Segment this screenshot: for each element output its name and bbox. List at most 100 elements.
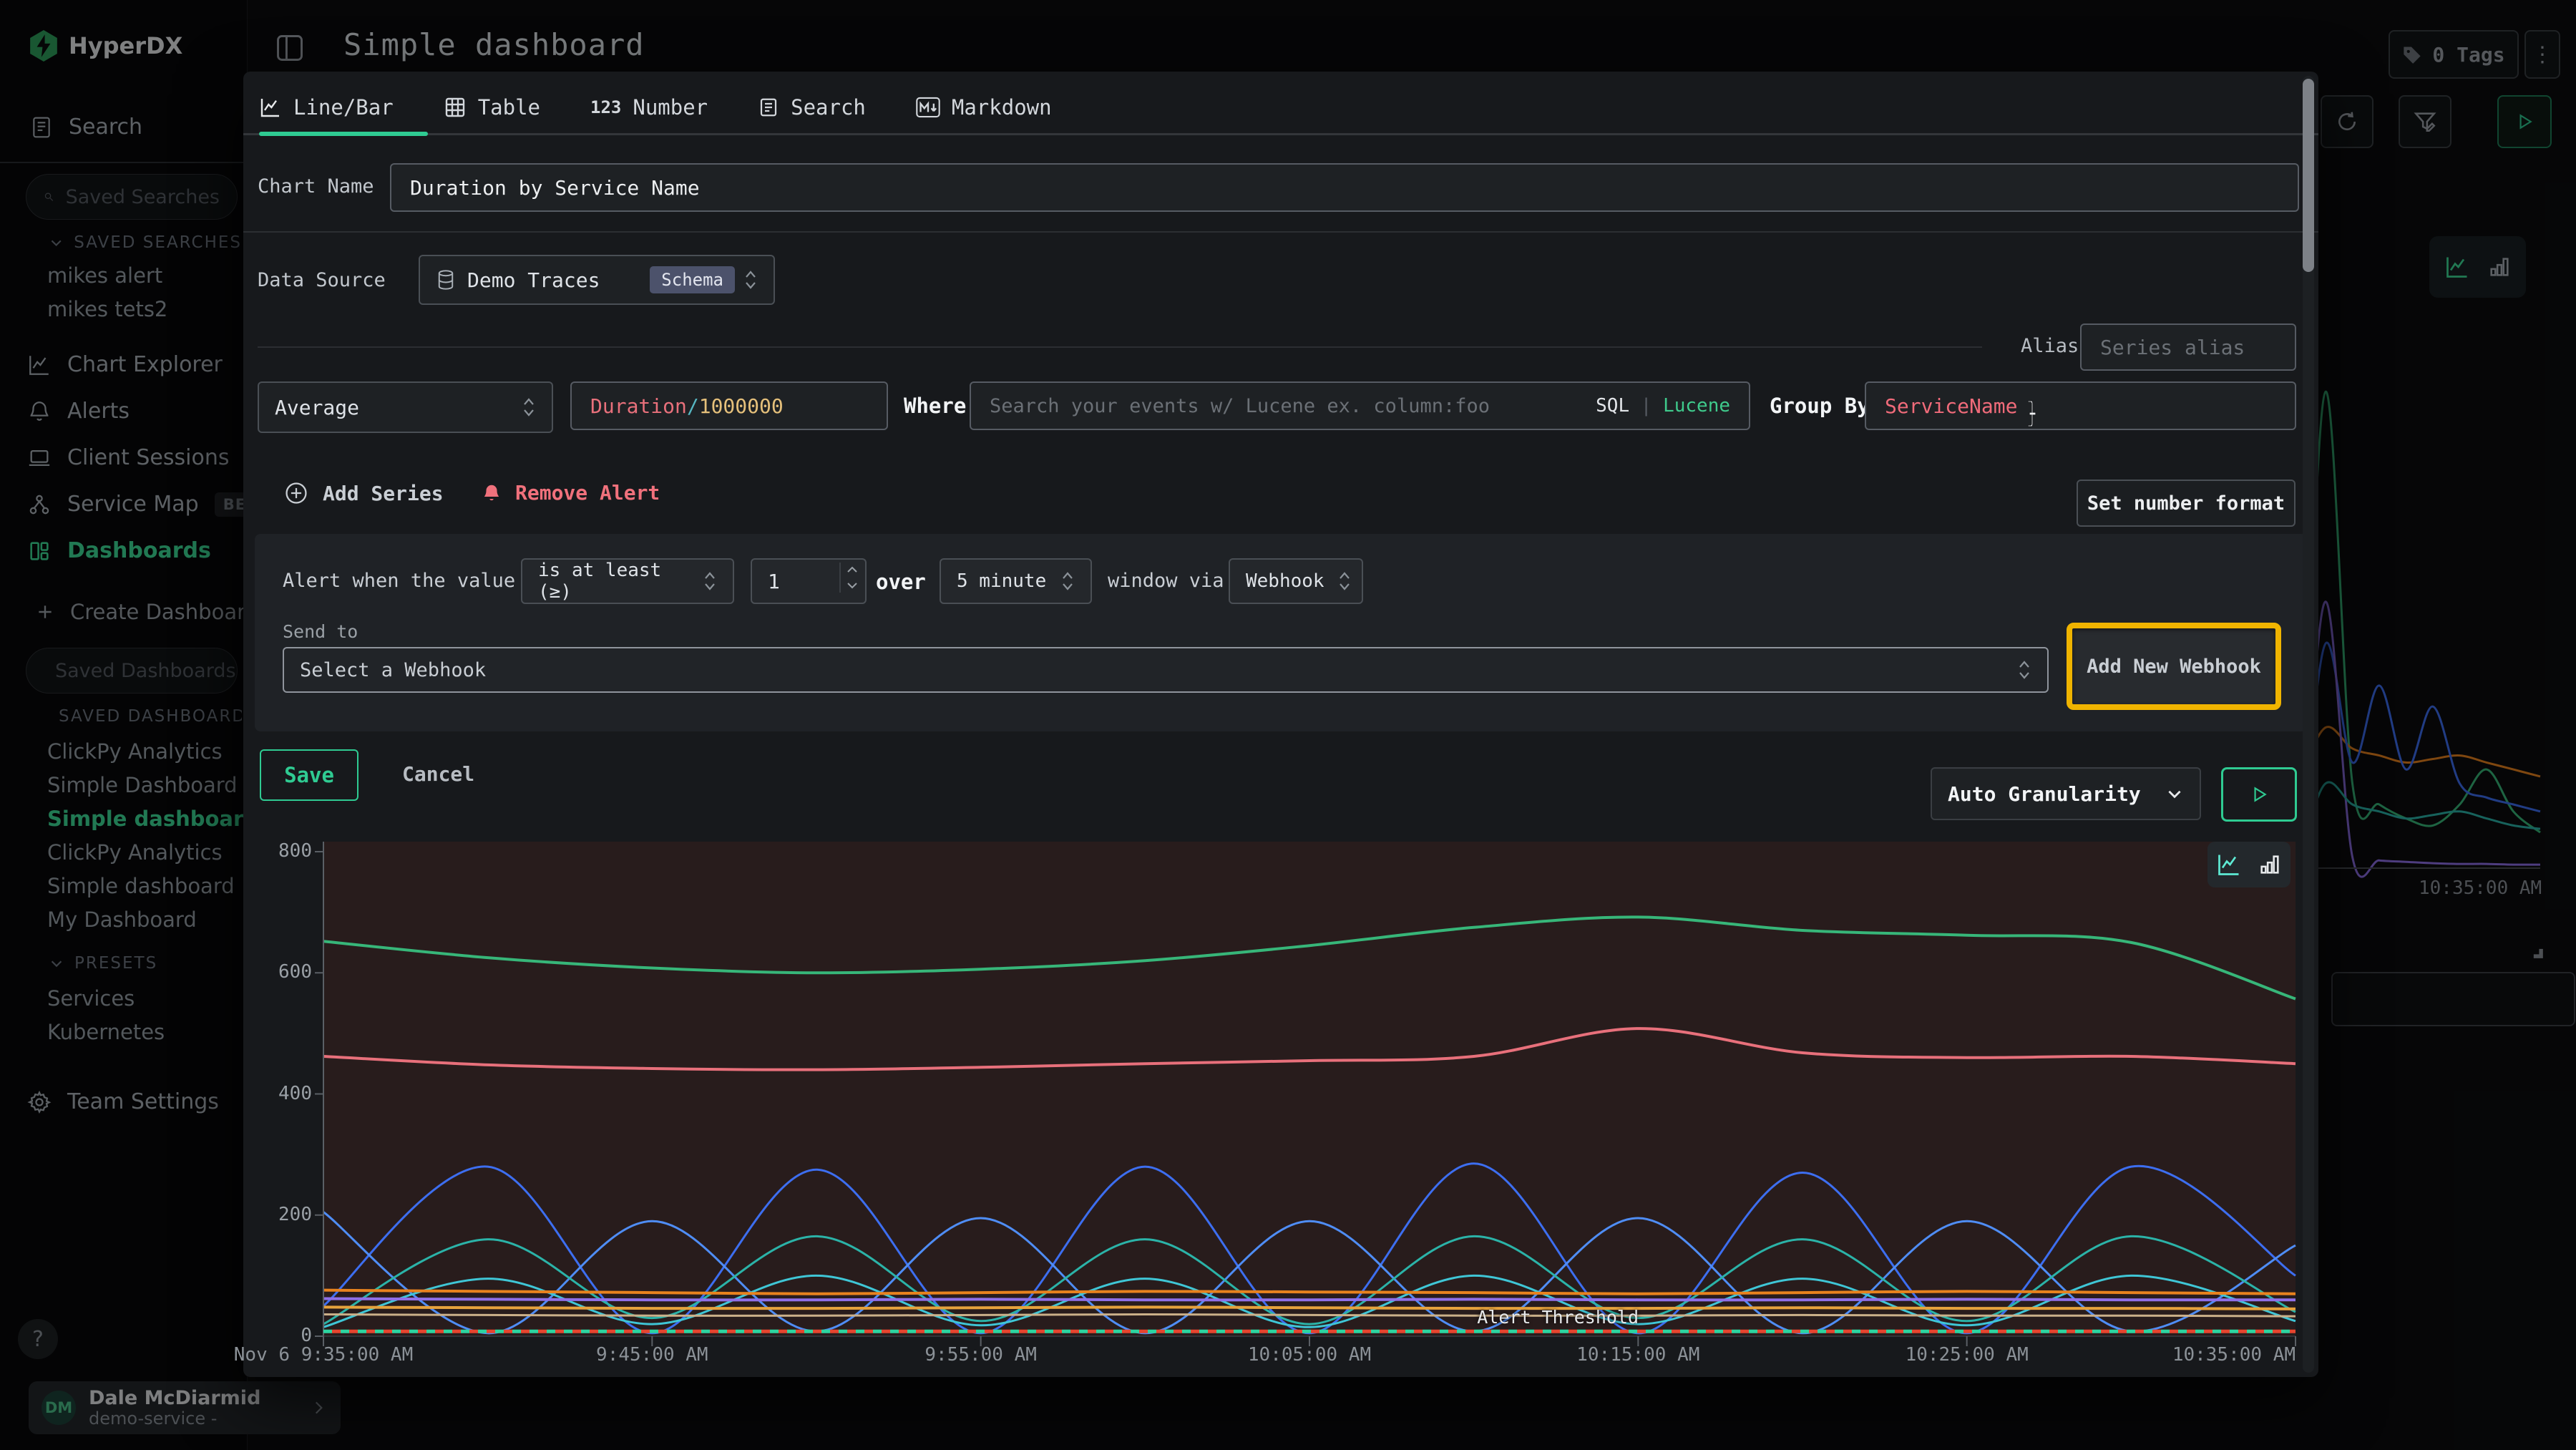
number-123-icon: 123 bbox=[590, 97, 621, 117]
add-series-label: Add Series bbox=[323, 482, 444, 505]
group-by-value: ServiceName bbox=[1885, 394, 2017, 418]
cancel-button[interactable]: Cancel bbox=[402, 762, 474, 786]
alert-prefix-label: Alert when the value bbox=[283, 570, 515, 592]
tab-label: Number bbox=[633, 95, 708, 120]
alert-threshold-input[interactable]: 1 bbox=[751, 558, 867, 604]
chart-series-line bbox=[323, 1307, 2296, 1309]
cancel-label: Cancel bbox=[402, 762, 474, 786]
lucene-mode-toggle[interactable]: Lucene bbox=[1663, 395, 1730, 417]
table-icon bbox=[444, 96, 467, 119]
add-new-webhook-button[interactable]: Add New Webhook bbox=[2072, 628, 2275, 704]
tab-underline-track bbox=[243, 133, 2318, 135]
select-chevrons-icon bbox=[522, 396, 536, 419]
chart-series-line bbox=[323, 1315, 2296, 1317]
tab-number[interactable]: 123 Number bbox=[590, 95, 708, 120]
granularity-value: Auto Granularity bbox=[1948, 782, 2141, 806]
y-tick-label: 800 bbox=[278, 840, 312, 862]
comparator-value: is at least (≥) bbox=[538, 560, 690, 603]
select-chevrons-icon bbox=[2017, 658, 2031, 681]
tab-label: Line/Bar bbox=[293, 95, 394, 120]
chart-series-line bbox=[323, 1275, 2296, 1327]
alias-input[interactable]: Series alias bbox=[2080, 323, 2296, 371]
granularity-select[interactable]: Auto Granularity bbox=[1931, 767, 2201, 820]
send-to-label: Send to bbox=[283, 621, 358, 642]
add-series-button[interactable]: Add Series bbox=[284, 481, 444, 505]
remove-alert-button[interactable]: Remove Alert bbox=[481, 481, 660, 505]
tab-table[interactable]: Table bbox=[444, 95, 540, 120]
edit-chart-modal: Line/Bar Table 123 Number Search Markdow… bbox=[243, 72, 2318, 1377]
field-token-slash: / bbox=[687, 394, 699, 418]
where-label: Where bbox=[904, 394, 966, 418]
line-chart-icon bbox=[2216, 852, 2242, 877]
chart-name-label: Chart Name bbox=[258, 175, 374, 198]
sql-mode-toggle[interactable]: SQL bbox=[1596, 395, 1629, 417]
tab-label: Search bbox=[791, 95, 866, 120]
spinner-up-icon[interactable] bbox=[847, 565, 858, 574]
chart-name-value: Duration by Service Name bbox=[410, 176, 700, 200]
tab-underline-active bbox=[259, 132, 428, 136]
group-by-input[interactable]: ServiceName bbox=[1865, 381, 2296, 430]
alert-comparator-select[interactable]: is at least (≥) bbox=[521, 558, 734, 604]
save-button[interactable]: Save bbox=[260, 749, 358, 801]
webhook-placeholder: Select a Webhook bbox=[300, 659, 486, 681]
select-chevrons-icon bbox=[743, 268, 758, 291]
data-source-select[interactable]: Demo Traces Schema bbox=[419, 255, 775, 305]
number-spinner[interactable] bbox=[839, 563, 861, 593]
set-number-format-button[interactable]: Set number format bbox=[2077, 480, 2296, 527]
alert-threshold-label: Alert Threshold bbox=[1477, 1307, 1639, 1328]
chart-series-line bbox=[323, 1290, 2296, 1294]
chart-series-line bbox=[323, 1299, 2296, 1300]
section-divider bbox=[243, 231, 2318, 233]
bell-icon bbox=[481, 482, 502, 505]
x-axis-labels: Nov 6 9:35:00 AM9:45:00 AM9:55:00 AM10:0… bbox=[323, 1344, 2296, 1370]
markdown-icon bbox=[916, 97, 940, 118]
group-by-label: Group By bbox=[1770, 394, 1870, 418]
spinner-down-icon[interactable] bbox=[847, 581, 858, 590]
modal-scrollbar-thumb[interactable] bbox=[2303, 79, 2314, 272]
field-expression-input[interactable]: Duration/1000000 bbox=[570, 381, 888, 430]
select-chevrons-icon bbox=[1337, 570, 1352, 593]
y-axis-labels: 0200400600800 bbox=[252, 852, 312, 1336]
x-tick-label: 9:45:00 AM bbox=[596, 1344, 708, 1366]
tab-search[interactable]: Search bbox=[758, 95, 866, 120]
data-source-value: Demo Traces bbox=[467, 268, 600, 292]
x-tick-label: 9:55:00 AM bbox=[924, 1344, 1037, 1366]
line-chart-icon bbox=[259, 96, 282, 119]
y-tick-label: 0 bbox=[301, 1325, 312, 1346]
x-tick-label: 10:05:00 AM bbox=[1248, 1344, 1371, 1366]
channel-value: Webhook bbox=[1246, 570, 1324, 592]
chart-series-line bbox=[323, 1028, 2296, 1070]
alert-config-panel: Alert when the value is at least (≥) 1 o… bbox=[255, 534, 2307, 731]
field-token-duration: Duration bbox=[590, 394, 687, 418]
run-chart-button[interactable] bbox=[2221, 767, 2297, 822]
chart-name-input[interactable]: Duration by Service Name bbox=[390, 163, 2299, 212]
x-tick-label: 10:15:00 AM bbox=[1576, 1344, 1699, 1366]
over-label: over bbox=[876, 570, 926, 594]
chart-series-line bbox=[323, 917, 2296, 998]
tab-line-bar[interactable]: Line/Bar bbox=[259, 95, 394, 120]
x-tick-label: 10:25:00 AM bbox=[1906, 1344, 2029, 1366]
search-doc-icon bbox=[758, 97, 779, 118]
aggregation-value: Average bbox=[275, 396, 359, 419]
chevron-down-icon bbox=[2165, 784, 2184, 803]
alert-channel-select[interactable]: Webhook bbox=[1229, 558, 1363, 604]
y-tick-label: 200 bbox=[278, 1204, 312, 1225]
y-tick-label: 600 bbox=[278, 961, 312, 983]
mode-separator: | bbox=[1641, 395, 1652, 417]
select-chevrons-icon bbox=[1060, 570, 1075, 593]
tab-markdown[interactable]: Markdown bbox=[916, 95, 1052, 120]
timeseries-chart bbox=[323, 852, 2296, 1336]
section-divider bbox=[258, 346, 1982, 348]
where-search-input[interactable]: Search your events w/ Lucene ex. column:… bbox=[970, 381, 1750, 430]
chart-series-line bbox=[323, 1236, 2296, 1324]
aggregation-select[interactable]: Average bbox=[258, 381, 553, 433]
select-chevrons-icon bbox=[703, 570, 717, 593]
alert-window-select[interactable]: 5 minute bbox=[940, 558, 1092, 604]
webhook-select[interactable]: Select a Webhook bbox=[283, 647, 2049, 693]
play-icon bbox=[2250, 785, 2268, 804]
chart-type-toggle[interactable] bbox=[2207, 842, 2290, 887]
text-cursor bbox=[2024, 399, 2042, 428]
data-source-label: Data Source bbox=[258, 269, 386, 291]
alias-placeholder: Series alias bbox=[2100, 336, 2245, 359]
plus-circle-icon bbox=[284, 481, 308, 505]
